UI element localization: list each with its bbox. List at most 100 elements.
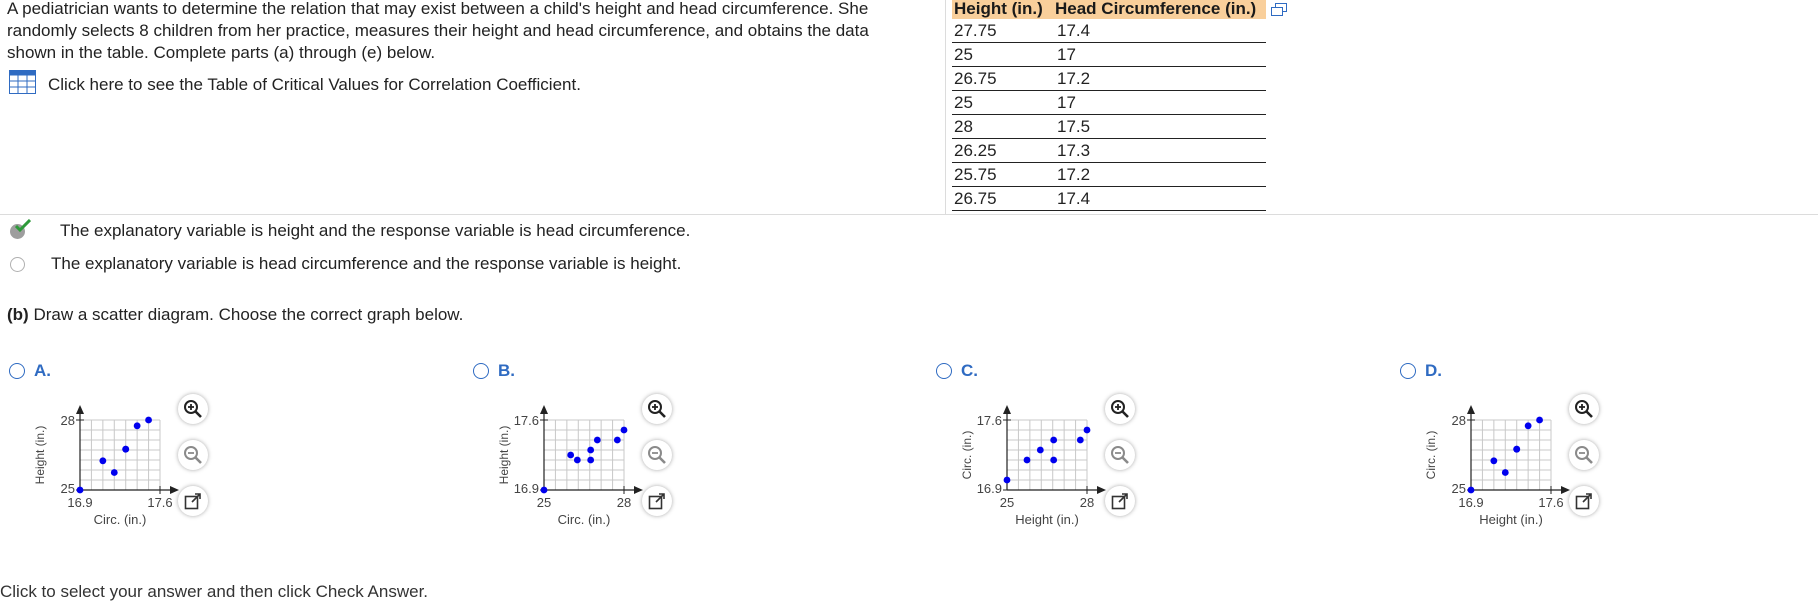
zoom-in-button[interactable] [178, 394, 208, 424]
zoom-out-button[interactable] [642, 440, 672, 470]
data-point [76, 486, 84, 494]
problem-intro: A pediatrician wants to determine the re… [7, 0, 927, 64]
data-point [1023, 456, 1031, 464]
data-point [1036, 446, 1044, 454]
choice-label[interactable]: A. [9, 361, 51, 381]
critical-values-link-text[interactable]: Click here to see the Table of Critical … [48, 75, 581, 95]
data-point [133, 422, 141, 430]
choice-radio[interactable] [936, 363, 952, 379]
choice-label[interactable]: D. [1400, 361, 1442, 381]
table-row: 25 17 [952, 90, 1266, 115]
option-a-text: The explanatory variable is height and t… [60, 221, 691, 240]
data-point [573, 456, 581, 464]
height-cell: 25 [952, 90, 1053, 115]
x-tick-max: 28 [1080, 495, 1094, 510]
data-point [1524, 422, 1532, 430]
choice-radio[interactable] [1400, 363, 1416, 379]
zoom-out-icon [183, 445, 203, 465]
circumference-cell: 17.3 [1053, 138, 1266, 163]
data-point [1003, 476, 1011, 484]
part-b-prompt: (b) Draw a scatter diagram. Choose the c… [7, 305, 463, 325]
circumference-cell: 17 [1053, 42, 1266, 67]
option-a-height-explanatory[interactable]: The explanatory variable is height and t… [9, 219, 691, 241]
zoom-out-button[interactable] [178, 440, 208, 470]
copy-table-icon[interactable] [1271, 2, 1287, 22]
x-axis-label: Height (in.) [1015, 512, 1079, 527]
zoom-in-button[interactable] [1569, 394, 1599, 424]
popout-button[interactable] [178, 486, 208, 516]
circumference-cell: 17.2 [1053, 66, 1266, 91]
zoom-in-icon [647, 399, 667, 419]
footer-instruction: Click to select your answer and then cli… [0, 582, 429, 601]
height-cell: 26.75 [952, 66, 1053, 91]
y-tick-max: 17.6 [977, 413, 1002, 428]
circumference-cell: 17.4 [1053, 19, 1266, 43]
zoom-out-icon [647, 445, 667, 465]
data-point [1083, 426, 1091, 434]
choice-letter: C. [961, 361, 978, 380]
data-point [587, 456, 595, 464]
table-row: 25 17 [952, 42, 1266, 67]
popout-icon [1575, 492, 1593, 510]
popout-button[interactable] [1105, 486, 1135, 516]
y-tick-max: 28 [61, 413, 75, 428]
data-point [1050, 436, 1058, 444]
scatter-plot: 17.6 16.925 28 Circ. (in.) Height (in.) [497, 405, 643, 527]
section-divider [0, 214, 1818, 215]
zoom-in-button[interactable] [642, 394, 672, 424]
y-tick-min: 25 [61, 481, 75, 496]
radio-selected-check[interactable] [9, 219, 31, 240]
choice-label[interactable]: C. [936, 361, 978, 381]
zoom-out-button[interactable] [1105, 440, 1135, 470]
data-point [1076, 436, 1084, 444]
y-axis-label: Height (in.) [33, 426, 47, 485]
data-point [1050, 456, 1058, 464]
zoom-in-icon [183, 399, 203, 419]
checkmark-icon [15, 219, 31, 233]
popout-icon [648, 492, 666, 510]
height-cell: 26.25 [952, 138, 1053, 163]
part-b-text: Draw a scatter diagram. Choose the corre… [28, 305, 464, 324]
popout-button[interactable] [1569, 486, 1599, 516]
column-divider [945, 0, 946, 214]
option-b-circ-explanatory[interactable]: The explanatory variable is head circumf… [10, 254, 681, 274]
height-cell: 25 [952, 42, 1053, 67]
choice-radio[interactable] [473, 363, 489, 379]
data-point [1467, 486, 1475, 494]
zoom-out-button[interactable] [1569, 440, 1599, 470]
x-tick-max: 17.6 [147, 495, 172, 510]
choice-radio[interactable] [9, 363, 25, 379]
height-cell: 27.75 [952, 19, 1053, 43]
data-point [593, 436, 601, 444]
choice-letter: D. [1425, 361, 1442, 380]
choice-label[interactable]: B. [473, 361, 515, 381]
intro-line-3: shown in the table. Complete parts (a) t… [7, 43, 436, 62]
data-point [540, 486, 548, 494]
data-point [567, 451, 575, 459]
table-row: 27.75 17.4 [952, 19, 1266, 43]
table-row: 25.75 17.2 [952, 162, 1266, 187]
data-point [99, 457, 107, 465]
zoom-out-icon [1110, 445, 1130, 465]
popout-button[interactable] [642, 486, 672, 516]
height-cell: 26.75 [952, 186, 1053, 211]
choice-letter: A. [34, 361, 51, 380]
data-point [587, 446, 595, 454]
zoom-in-button[interactable] [1105, 394, 1135, 424]
height-cell: 25.75 [952, 162, 1053, 187]
x-axis-label: Circ. (in.) [558, 512, 611, 527]
scatter-plot: 28 2516.9 17.6 Height (in.) Circ. (in.) [1424, 405, 1570, 527]
circumference-cell: 17.2 [1053, 162, 1266, 187]
table-header-row: Height (in.) Head Circumference (in.) [952, 0, 1266, 19]
critical-values-link[interactable]: Click here to see the Table of Critical … [9, 70, 581, 99]
circumference-cell: 17 [1053, 90, 1266, 115]
circumference-cell: 17.4 [1053, 186, 1266, 211]
radio-unselected[interactable] [10, 256, 25, 272]
y-tick-max: 28 [1452, 413, 1466, 428]
popout-icon [1111, 492, 1129, 510]
data-point [1536, 416, 1543, 424]
option-b-text: The explanatory variable is head circumf… [51, 254, 682, 273]
table-row: 26.25 17.3 [952, 138, 1266, 163]
y-tick-min: 16.9 [977, 481, 1002, 496]
data-table: Height (in.) Head Circumference (in.) 27… [952, 0, 1266, 211]
